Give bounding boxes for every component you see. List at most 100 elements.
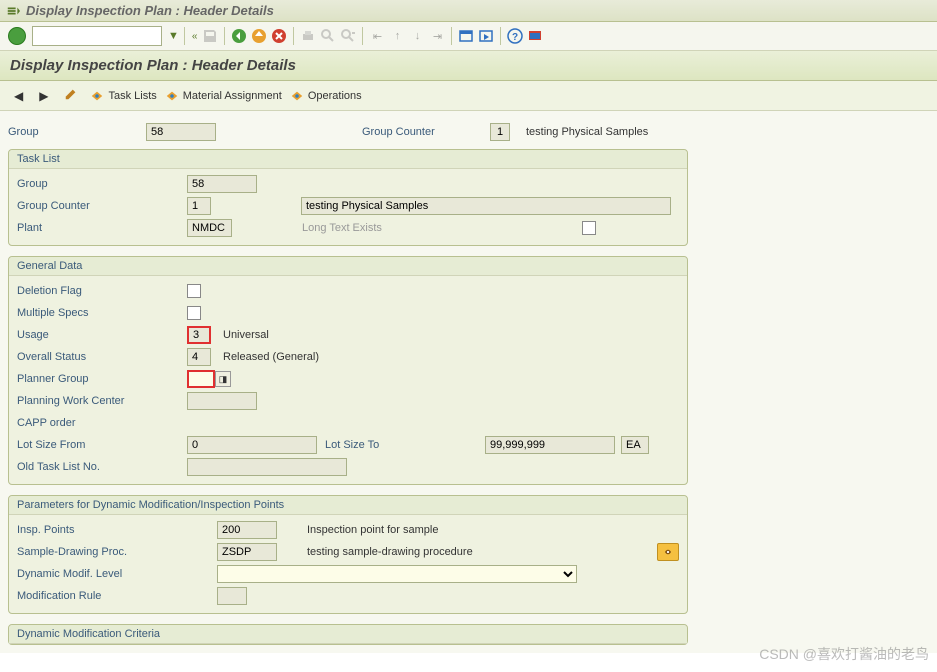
back-green-icon[interactable] — [230, 27, 248, 45]
deletion-flag-label: Deletion Flag — [17, 285, 187, 297]
layout-icon[interactable] — [526, 27, 544, 45]
window-title: Display Inspection Plan : Header Details — [26, 3, 274, 18]
task-lists-label: Task Lists — [108, 90, 156, 102]
tl-plant-field[interactable] — [187, 219, 232, 237]
pwc-label: Planning Work Center — [17, 395, 187, 407]
tl-plant-label: Plant — [17, 222, 187, 234]
pwc-field[interactable] — [187, 392, 257, 410]
f4-help-icon[interactable]: ◨ — [215, 371, 231, 387]
separator — [500, 27, 501, 45]
multiple-specs-checkbox[interactable] — [187, 306, 201, 320]
detail-icon[interactable] — [657, 543, 679, 561]
summary-row: Group Group Counter testing Physical Sam… — [8, 119, 929, 149]
sdp-field[interactable] — [217, 543, 277, 561]
group-desc: testing Physical Samples — [526, 126, 648, 138]
operations-label: Operations — [308, 90, 362, 102]
exit-icon[interactable] — [250, 27, 268, 45]
first-page-icon: ⇤ — [368, 27, 386, 45]
deletion-flag-checkbox[interactable] — [187, 284, 201, 298]
status-label: Overall Status — [17, 351, 187, 363]
new-session-icon[interactable] — [457, 27, 475, 45]
task-list-panel: Task List Group Group Counter Plant Long… — [8, 149, 688, 246]
prev-page-icon: ↑ — [388, 27, 406, 45]
dmc-title: Dynamic Modification Criteria — [9, 625, 687, 644]
shortcut-icon[interactable] — [477, 27, 495, 45]
multiple-specs-label: Multiple Specs — [17, 307, 187, 319]
page-header: Display Inspection Plan : Header Details — [0, 51, 937, 81]
cancel-icon[interactable] — [270, 27, 288, 45]
material-assignment-button[interactable]: Material Assignment — [165, 89, 282, 103]
watermark: CSDN @喜欢打酱油的老鸟 — [759, 644, 929, 664]
lot-from-label: Lot Size From — [17, 439, 187, 451]
group-counter-field[interactable] — [490, 123, 510, 141]
status-field[interactable] — [187, 348, 211, 366]
separator — [293, 27, 294, 45]
old-task-label: Old Task List No. — [17, 461, 187, 473]
tl-counter-field[interactable] — [187, 197, 211, 215]
task-lists-button[interactable]: Task Lists — [90, 89, 156, 103]
back-icon[interactable]: « — [190, 31, 200, 42]
params-panel: Parameters for Dynamic Modification/Insp… — [8, 495, 688, 614]
planner-group-field[interactable] — [187, 370, 215, 388]
nav-next-icon[interactable]: ▶ — [35, 87, 52, 105]
task-list-title: Task List — [9, 150, 687, 169]
command-field[interactable] — [32, 26, 162, 46]
help-icon[interactable]: ? — [506, 27, 524, 45]
menu-icon[interactable] — [6, 4, 20, 18]
dml-label: Dynamic Modif. Level — [17, 568, 217, 580]
capp-label: CAPP order — [17, 417, 187, 429]
separator — [184, 27, 185, 45]
separator — [362, 27, 363, 45]
insp-points-field[interactable] — [217, 521, 277, 539]
sdp-label: Sample-Drawing Proc. — [17, 546, 217, 558]
nav-prev-icon[interactable]: ◀ — [10, 87, 27, 105]
tl-desc-field[interactable] — [301, 197, 671, 215]
general-data-panel: General Data Deletion Flag Multiple Spec… — [8, 256, 688, 485]
lot-to-field[interactable] — [485, 436, 615, 454]
insp-points-label: Insp. Points — [17, 524, 217, 536]
tl-counter-label: Group Counter — [17, 200, 187, 212]
operations-button[interactable]: Operations — [290, 89, 362, 103]
insp-points-desc: Inspection point for sample — [307, 524, 438, 536]
find-icon — [319, 27, 337, 45]
sdp-desc: testing sample-drawing procedure — [307, 546, 657, 558]
mr-label: Modification Rule — [17, 590, 217, 602]
edit-icon[interactable] — [60, 85, 82, 106]
group-label: Group — [8, 126, 138, 138]
dmc-panel: Dynamic Modification Criteria — [8, 624, 688, 645]
lot-from-field[interactable] — [187, 436, 317, 454]
ok-icon[interactable] — [8, 27, 26, 45]
long-text-checkbox[interactable] — [582, 221, 596, 235]
group-field[interactable] — [146, 123, 216, 141]
save-icon — [201, 27, 219, 45]
status-desc: Released (General) — [223, 351, 319, 363]
print-icon — [299, 27, 317, 45]
old-task-field[interactable] — [187, 458, 347, 476]
hierarchy-icon — [165, 89, 179, 103]
svg-text:?: ? — [512, 32, 518, 43]
params-title: Parameters for Dynamic Modification/Insp… — [9, 496, 687, 515]
app-toolbar: ◀ ▶ Task Lists Material Assignment Opera… — [0, 81, 937, 111]
planner-group-label: Planner Group — [17, 373, 187, 385]
last-page-icon: ⇥ — [428, 27, 446, 45]
long-text-label: Long Text Exists — [302, 222, 582, 234]
mr-field[interactable] — [217, 587, 247, 605]
material-assignment-label: Material Assignment — [183, 90, 282, 102]
find-next-icon — [339, 27, 357, 45]
lot-unit-field[interactable] — [621, 436, 649, 454]
standard-toolbar: ▼ « ⇤ ↑ ↓ ⇥ ? — [0, 22, 937, 51]
tl-group-field[interactable] — [187, 175, 257, 193]
dropdown-icon[interactable]: ▼ — [168, 30, 179, 42]
separator — [224, 27, 225, 45]
next-page-icon: ↓ — [408, 27, 426, 45]
hierarchy-icon — [290, 89, 304, 103]
usage-field[interactable] — [187, 326, 211, 344]
content-area: Group Group Counter testing Physical Sam… — [0, 111, 937, 653]
separator — [451, 27, 452, 45]
lot-to-label: Lot Size To — [325, 439, 485, 451]
group-counter-label: Group Counter — [362, 126, 482, 138]
page-title: Display Inspection Plan : Header Details — [10, 57, 296, 74]
usage-desc: Universal — [223, 329, 269, 341]
tl-group-label: Group — [17, 178, 187, 190]
dml-select[interactable] — [217, 565, 577, 583]
